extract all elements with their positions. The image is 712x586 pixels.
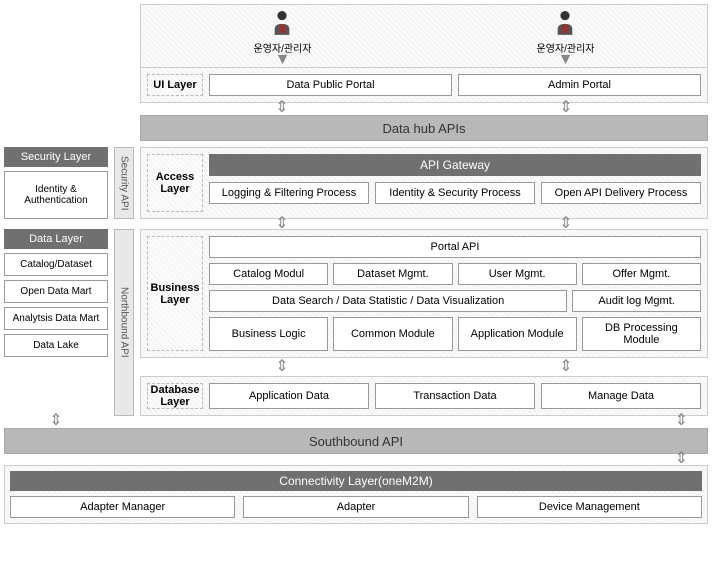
- data-hub-apis-bar: Data hub APIs: [140, 115, 708, 141]
- dataset-mgmt: Dataset Mgmt.: [333, 263, 452, 285]
- security-layer-header: Security Layer: [4, 147, 108, 167]
- data-lake: Data Lake: [4, 334, 108, 357]
- arrow-down-icon: ▼: [537, 55, 595, 65]
- manage-data: Manage Data: [541, 383, 701, 409]
- open-data-mart: Open Data Mart: [4, 280, 108, 303]
- open-api-delivery: Open API Delivery Process: [541, 182, 701, 204]
- application-module: Application Module: [458, 317, 577, 351]
- db-processing-module: DB Processing Module: [582, 317, 701, 351]
- api-gateway: API Gateway: [209, 154, 701, 176]
- transaction-data: Transaction Data: [375, 383, 535, 409]
- user-mgmt: User Mgmt.: [458, 263, 577, 285]
- bidir-arrow-icon: ⇕: [4, 416, 108, 428]
- analysis-data-mart: Analytsis Data Mart: [4, 307, 108, 330]
- database-layer-label: Database Layer: [147, 383, 203, 409]
- portal-api: Portal API: [209, 236, 701, 258]
- identity-security: Identity & Security Process: [375, 182, 535, 204]
- ui-layer-label: UI Layer: [147, 74, 203, 96]
- bidir-arrow-icon: ⇕: [559, 103, 572, 113]
- adapter-manager: Adapter Manager: [10, 496, 235, 518]
- adapter: Adapter: [243, 496, 468, 518]
- data-search-stat-viz: Data Search / Data Statistic / Data Visu…: [209, 290, 567, 312]
- access-layer-label: Access Layer: [147, 154, 203, 212]
- catalog-dataset: Catalog/Dataset: [4, 253, 108, 276]
- bidir-arrow-icon: ⇕: [559, 219, 572, 229]
- arrow-down-icon: ▼: [254, 55, 312, 65]
- application-data: Application Data: [209, 383, 369, 409]
- business-layer-label: Business Layer: [147, 236, 203, 351]
- device-management: Device Management: [477, 496, 702, 518]
- bidir-arrow-icon: ⇕: [675, 412, 688, 429]
- identity-auth-box: Identity & Authentication: [4, 171, 108, 219]
- audit-log-mgmt: Audit log Mgmt.: [572, 290, 701, 312]
- bidir-arrow-icon: ⇕: [275, 103, 288, 113]
- data-layer-header: Data Layer: [4, 229, 108, 249]
- data-public-portal: Data Public Portal: [209, 74, 452, 96]
- person-icon: [554, 9, 576, 35]
- security-api-label: Security API: [114, 147, 134, 219]
- bidir-arrow-icon: ⇕: [275, 362, 288, 372]
- connectivity-header: Connectivity Layer(oneM2M): [10, 471, 702, 491]
- bidir-arrow-icon: ⇕: [675, 450, 688, 467]
- catalog-module: Catalog Modul: [209, 263, 328, 285]
- bidir-arrow-icon: ⇕: [559, 362, 572, 372]
- southbound-api-bar: Southbound API: [4, 428, 708, 454]
- logging-filtering: Logging & Filtering Process: [209, 182, 369, 204]
- admin-portal: Admin Portal: [458, 74, 701, 96]
- northbound-api-label: Northbound API: [114, 229, 134, 416]
- offer-mgmt: Offer Mgmt.: [582, 263, 701, 285]
- person-icon: [271, 9, 293, 35]
- business-logic: Business Logic: [209, 317, 328, 351]
- bidir-arrow-icon: ⇕: [275, 219, 288, 229]
- common-module: Common Module: [333, 317, 452, 351]
